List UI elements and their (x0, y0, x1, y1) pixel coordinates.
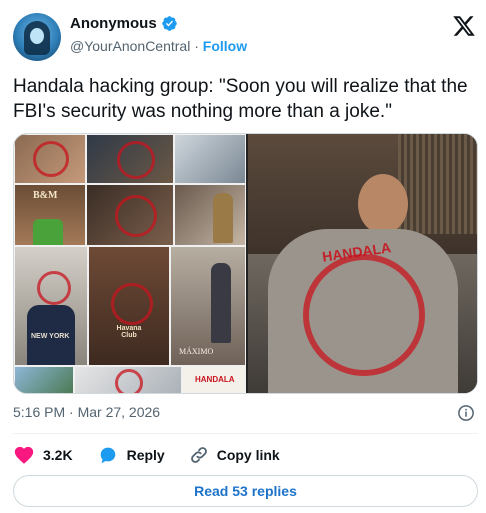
havana-label: Havana Club (116, 325, 142, 339)
tweet-media[interactable]: B&M NEW YORK Havana Club MÁXIMO HANDALA … (13, 133, 478, 394)
handala-stamp-large (303, 254, 425, 376)
reply-button[interactable]: Reply (97, 444, 165, 466)
handala-stamp (117, 141, 155, 179)
handle-separator: · (194, 38, 199, 54)
reply-label: Reply (126, 447, 165, 463)
divider (13, 433, 478, 434)
green-shirt (33, 219, 63, 245)
collage-tile-2 (87, 135, 173, 183)
follow-button[interactable]: Follow (203, 38, 247, 54)
bm-sign-text: B&M (33, 190, 58, 201)
collage-tile-1 (15, 135, 85, 183)
media-collage[interactable]: B&M NEW YORK Havana Club MÁXIMO HANDALA (14, 134, 246, 393)
action-bar: 3.2K Reply Copy link (13, 444, 304, 466)
like-button[interactable]: 3.2K (13, 444, 73, 466)
standing-man (211, 263, 231, 343)
statue-figure (213, 193, 233, 243)
handala-stamp (115, 195, 157, 237)
collage-tile-newyork: NEW YORK (15, 247, 87, 365)
heart-icon (14, 446, 34, 464)
collage-tile-havana: Havana Club (89, 247, 169, 365)
handala-stamp (111, 283, 153, 325)
collage-tile-bottom-3: HANDALA (183, 367, 245, 393)
handala-stamp (37, 271, 71, 305)
author-handle[interactable]: @YourAnonCentral (70, 38, 190, 54)
like-count: 3.2K (43, 447, 73, 463)
author-name-row[interactable]: Anonymous (70, 15, 178, 32)
copy-link-label: Copy link (216, 447, 280, 463)
collage-tile-5 (175, 185, 245, 245)
main-photo[interactable]: HANDALA (248, 134, 477, 393)
collage-tile-4 (87, 185, 173, 245)
photo-head (358, 174, 408, 234)
handle-row: @YourAnonCentral · Follow (70, 38, 247, 54)
shirt-text: NEW YORK (31, 333, 70, 340)
tweet-text: Handala hacking group: "Soon you will re… (13, 76, 468, 122)
handala-stamp (115, 369, 143, 393)
copy-link-button[interactable]: Copy link (189, 445, 280, 465)
collage-tile-bottom-1 (15, 367, 73, 393)
read-replies-button[interactable]: Read 53 replies (13, 475, 478, 507)
verified-badge-icon (161, 16, 177, 31)
collage-stamp-text: HANDALA (195, 375, 235, 384)
tweet-timestamp[interactable]: 5:16 PM · Mar 27, 2026 (13, 404, 160, 420)
x-logo-icon[interactable] (452, 14, 476, 38)
maximo-label: MÁXIMO (179, 347, 214, 356)
photo-cabinet (398, 134, 477, 234)
avatar-face (30, 28, 44, 44)
collage-tile-bottom-2 (75, 367, 181, 393)
info-icon[interactable] (457, 404, 475, 422)
collage-tile-maximo: MÁXIMO (171, 247, 245, 365)
avatar[interactable] (13, 13, 61, 61)
reply-bubble-icon (100, 447, 115, 464)
collage-tile-3 (175, 135, 245, 183)
collage-tile-bm: B&M (15, 185, 85, 245)
handala-stamp (33, 141, 69, 177)
author-name[interactable]: Anonymous (70, 15, 157, 32)
link-icon (190, 447, 207, 463)
tweet-card: Anonymous @YourAnonCentral · Follow Hand… (0, 0, 486, 513)
